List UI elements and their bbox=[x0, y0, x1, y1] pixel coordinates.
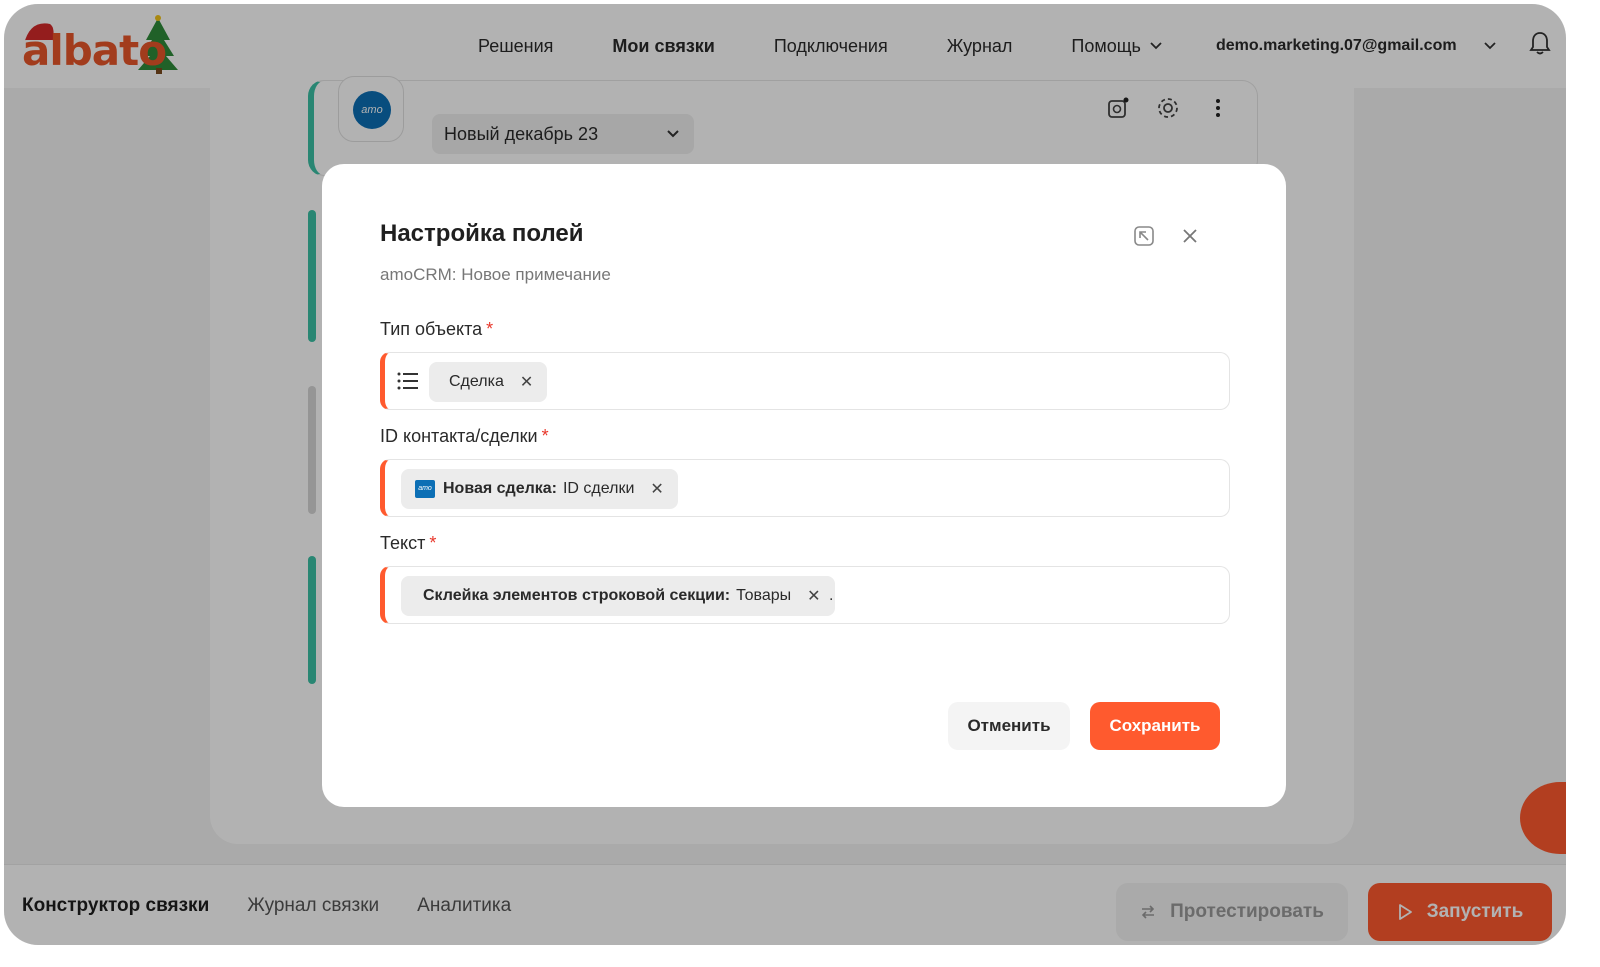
remove-chip-icon[interactable]: ✕ bbox=[520, 372, 533, 392]
remove-chip-icon[interactable]: ✕ bbox=[807, 586, 820, 606]
chip-value: ID сделки bbox=[562, 480, 635, 497]
field-label-text: Тип объекта bbox=[380, 319, 483, 339]
amocrm-icon: amo bbox=[415, 480, 435, 498]
save-button[interactable]: Сохранить bbox=[1090, 702, 1220, 750]
trailing-text: . bbox=[829, 587, 834, 604]
text-field[interactable]: Склейка элементов строковой секции: Това… bbox=[380, 566, 1230, 624]
collapse-panel-icon[interactable] bbox=[1132, 224, 1156, 248]
contact-deal-id-field[interactable]: amo Новая сделка: ID сделки ✕ bbox=[380, 459, 1230, 517]
field-settings-modal: Настройка полей amoCRM: Новое примечание… bbox=[322, 164, 1286, 807]
field-label-text: Текст bbox=[380, 533, 426, 553]
close-icon[interactable] bbox=[1178, 224, 1202, 248]
value-chip: Сделка ✕ bbox=[429, 362, 548, 402]
modal-title: Настройка полей bbox=[380, 220, 584, 247]
chip-source: Новая сделка: bbox=[443, 480, 557, 497]
field-label-object-type: Тип объекта * bbox=[380, 319, 493, 340]
cancel-button[interactable]: Отменить bbox=[948, 702, 1070, 750]
object-type-field[interactable]: Сделка ✕ bbox=[380, 352, 1230, 410]
required-mark: * bbox=[429, 533, 437, 553]
field-label-text: ID контакта/сделки bbox=[380, 426, 538, 446]
chip-value: Сделка bbox=[449, 373, 504, 390]
modal-subtitle: amoCRM: Новое примечание bbox=[380, 265, 611, 284]
required-mark: * bbox=[486, 319, 494, 339]
field-label-contact-deal-id: ID контакта/сделки * bbox=[380, 426, 549, 447]
required-mark: * bbox=[541, 426, 549, 446]
chip-source: Склейка элементов строковой секции: bbox=[423, 587, 731, 604]
value-chip: amo Новая сделка: ID сделки ✕ bbox=[401, 469, 678, 509]
remove-chip-icon[interactable]: ✕ bbox=[650, 479, 663, 499]
chip-value: Товары bbox=[736, 587, 792, 604]
list-icon bbox=[397, 372, 418, 390]
value-chip: Склейка элементов строковой секции: Това… bbox=[401, 576, 835, 616]
field-label-text-content: Текст * bbox=[380, 533, 436, 554]
